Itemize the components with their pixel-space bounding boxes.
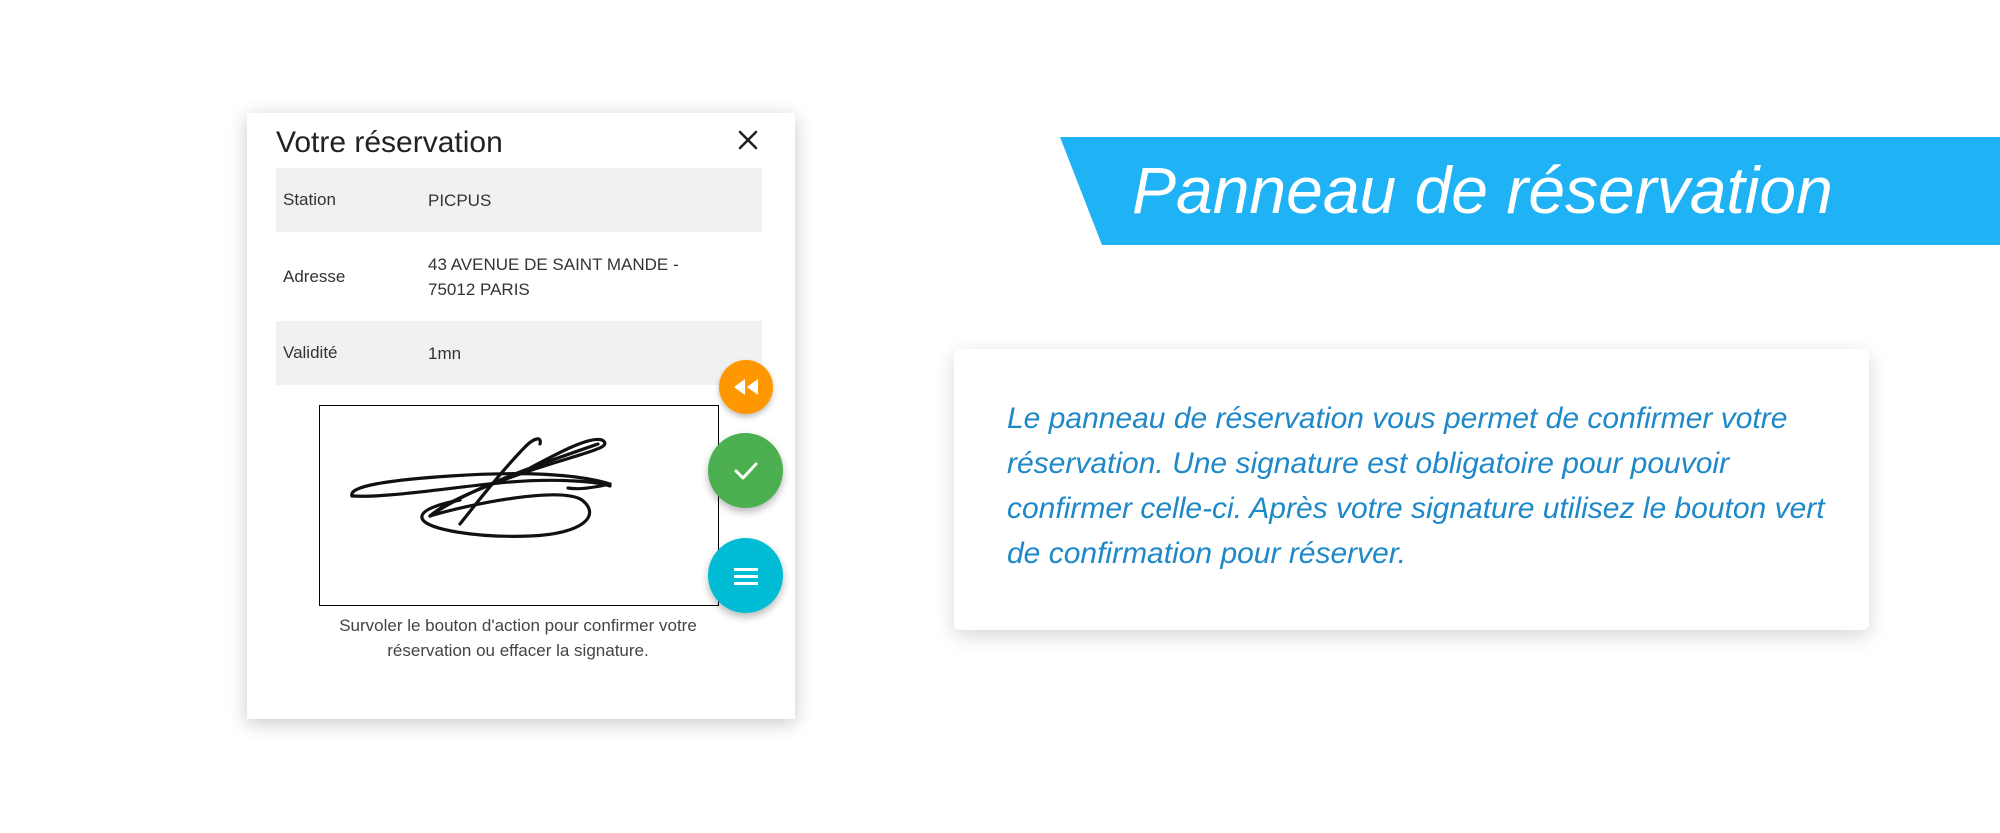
signature-drawing <box>350 437 612 538</box>
signature-canvas[interactable] <box>319 405 719 606</box>
row-label: Validité <box>283 343 338 362</box>
row-value: 43 AVENUE DE SAINT MANDE - 75012 PARIS <box>421 232 762 321</box>
description-card: Le panneau de réservation vous permet de… <box>954 349 1869 630</box>
table-row-station: Station PICPUS <box>276 168 762 232</box>
menu-icon <box>733 567 758 585</box>
banner-title: Panneau de réservation <box>1132 153 1833 227</box>
screen: Votre réservation Station PICPUS Adresse… <box>0 0 2000 833</box>
close-button[interactable] <box>733 125 763 155</box>
close-icon <box>738 130 758 150</box>
table-row-adresse: Adresse 43 AVENUE DE SAINT MANDE - 75012… <box>276 232 762 321</box>
rewind-icon <box>734 379 758 395</box>
check-icon <box>734 462 757 479</box>
signature-hint: Survoler le bouton d'action pour confirm… <box>287 613 749 663</box>
hint-line-1: Survoler le bouton d'action pour confirm… <box>339 616 697 635</box>
address-line-2: 75012 PARIS <box>428 279 530 299</box>
confirm-reservation-button[interactable] <box>708 433 783 508</box>
hint-line-2: réservation ou effacer la signature. <box>387 641 649 660</box>
address-line-1: 43 AVENUE DE SAINT MANDE - <box>428 254 679 274</box>
reservation-panel: Votre réservation Station PICPUS Adresse… <box>247 113 795 719</box>
action-menu-button[interactable] <box>708 538 783 613</box>
row-value: PICPUS <box>428 190 492 210</box>
table-row-validite: Validité 1mn <box>276 321 762 385</box>
row-label: Adresse <box>283 266 346 286</box>
panel-title: Votre réservation <box>276 126 503 159</box>
clear-signature-button[interactable] <box>719 360 773 414</box>
description-text: Le panneau de réservation vous permet de… <box>1007 402 1825 570</box>
title-banner: Panneau de réservation <box>1060 137 2000 245</box>
reservation-details-table: Station PICPUS Adresse 43 AVENUE DE SAIN… <box>276 168 762 385</box>
row-label: Station <box>283 190 336 209</box>
row-value: 1mn <box>428 343 462 363</box>
